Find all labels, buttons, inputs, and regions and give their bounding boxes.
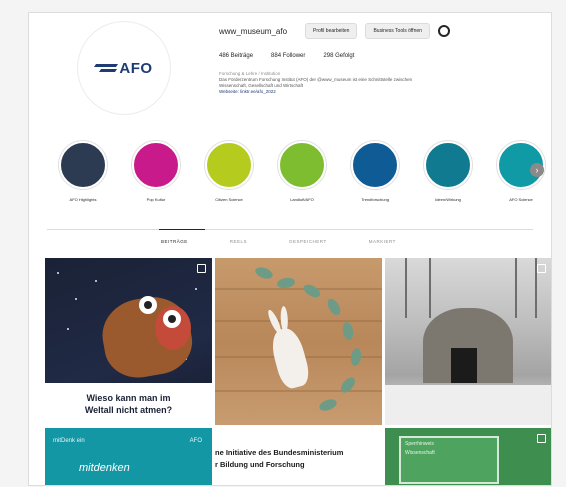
bunker-entrance [451,348,477,383]
tab-posts[interactable]: BEITRÄGE [161,239,188,244]
afo-logo-mark [95,62,117,74]
carousel-icon [537,264,546,273]
highlight-item[interactable]: Trendforschung [351,141,399,202]
highlight-item[interactable]: Pop Kultur [132,141,180,202]
highlight-item[interactable]: AFO Highlights [59,141,107,202]
leaf [325,296,343,318]
tree-trunk [515,258,517,318]
afo-logo: AFO [95,60,152,77]
highlight-cover[interactable] [424,141,472,189]
highlight-item[interactable]: Citizen Science [205,141,253,202]
settings-gear-icon[interactable] [437,25,450,37]
star-dot [75,298,77,300]
highlight-item[interactable]: Ideen/Wirkung [424,141,472,202]
instagram-profile-page: AFO www_museum_afo Profil bearbeiten Bus… [28,12,552,486]
profile-avatar[interactable]: AFO [77,21,171,115]
profile-tabs: BEITRÄGE REELS GESPEICHERT MARKIERT [161,239,396,244]
tab-reels[interactable]: REELS [230,239,247,244]
highlight-item[interactable]: Landluft/AFO [278,141,326,202]
wood-grain [215,390,382,392]
post-brand-text: mitDenk ein [53,438,85,444]
star-dot [57,272,59,274]
tree-trunk [429,258,431,318]
star-dot [95,280,97,282]
highlight-label: Pop Kultur [146,197,166,202]
owl-eye [163,310,181,328]
business-tools-button[interactable]: Business Tools öffnen [365,23,430,39]
edit-profile-button[interactable]: Profil bearbeiten [305,23,358,39]
highlight-label: Trendforschung [361,197,389,202]
highlight-cover[interactable] [132,141,180,189]
leaf [338,374,358,396]
highlight-cover[interactable] [205,141,253,189]
post-logo-text: AFO [189,438,202,444]
leaf [341,321,355,341]
star-dot [195,288,197,290]
caption-line: Wieso kann man im [86,393,171,403]
following-count[interactable]: 298 Gefolgt [323,53,354,59]
snow-ground [385,385,551,425]
highlight-label: AFO Highlights [69,197,97,202]
profile-username: www_museum_afo [219,26,288,36]
tree-trunk [405,258,407,318]
sign-text: Sperrhinweis [405,441,434,447]
post-thumbnail[interactable] [385,258,551,425]
caption-line: Weltall nicht atmen? [84,405,173,415]
leaf [317,397,339,413]
green-sign: Sperrhinweis Wissenschaft [399,436,499,484]
star-dot [67,328,69,330]
highlight-label: Landluft/AFO [290,197,314,202]
highlight-cover[interactable] [59,141,107,189]
highlights-next-arrow-icon[interactable]: › [530,163,544,177]
highlight-cover[interactable] [278,141,326,189]
post-text-line: r Bildung und Forschung [215,460,305,469]
highlight-label: Citizen Science [215,197,243,202]
leaf [349,347,363,367]
leaf [301,282,323,300]
wood-grain [215,288,382,290]
leaf [253,265,275,281]
profile-bio: Forschung & Lehre / Institution Das Förd… [219,71,519,95]
profile-header-row: www_museum_afo Profil bearbeiten Busines… [219,23,450,39]
active-tab-indicator [159,229,205,230]
highlight-label: AFO Science [509,197,533,202]
highlight-cover[interactable] [351,141,399,189]
post-thumbnail[interactable]: mitDenk ein mitdenken AFO [45,428,212,485]
tabs-divider [47,229,533,230]
owl-eye [139,296,157,314]
post-thumbnail[interactable]: Sperrhinweis Wissenschaft [385,428,551,485]
tab-saved[interactable]: GESPEICHERT [289,239,327,244]
post-headline: mitdenken [79,462,130,474]
post-text-line: ne Initiative des Bundesministerium [215,448,344,457]
story-highlights: AFO Highlights Pop Kultur Citizen Scienc… [59,141,545,202]
tab-tagged[interactable]: MARKIERT [369,239,396,244]
bunny-figure [267,325,313,391]
bio-link[interactable]: Webseite: linktr.ee/afo_2022 [219,89,519,95]
profile-stats: 486 Beiträge 884 Follower 298 Gefolgt [219,53,354,59]
carousel-icon [197,264,206,273]
afo-logo-text: AFO [119,59,153,77]
post-thumbnail[interactable]: Wieso kann man im Weltall nicht atmen? [45,258,212,425]
post-thumbnail[interactable]: ne Initiative des Bundesministerium r Bi… [215,428,382,485]
post-caption-overlay: Wieso kann man im Weltall nicht atmen? [45,383,212,425]
wood-grain [215,320,382,322]
posts-count: 486 Beiträge [219,53,254,59]
highlight-label: Ideen/Wirkung [435,197,461,202]
post-thumbnail[interactable] [215,258,382,425]
carousel-icon [537,434,546,443]
sign-text: Wissenschaft [405,450,435,456]
followers-count[interactable]: 884 Follower [271,53,305,59]
